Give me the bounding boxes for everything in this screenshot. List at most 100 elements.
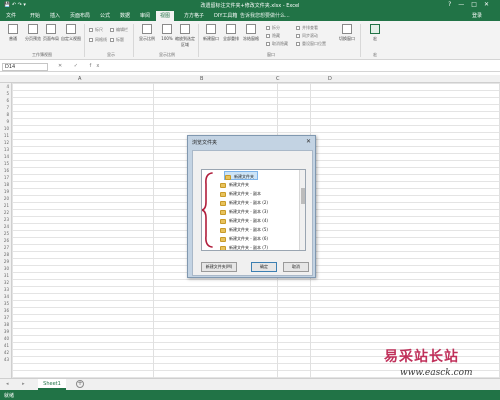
tab-page-layout[interactable]: 页面布局 (66, 11, 94, 21)
row-header[interactable]: 40 (4, 336, 9, 341)
formula-icons[interactable]: ✕ ✓ fx (58, 63, 104, 69)
row-header[interactable]: 18 (4, 182, 9, 187)
row-header[interactable]: 9 (6, 119, 9, 124)
name-box[interactable]: D14 (2, 63, 48, 71)
row-header[interactable]: 17 (4, 175, 9, 180)
split-checkbox[interactable]: 拆分 (266, 25, 280, 31)
gridlines-checkbox[interactable]: 网格线 (89, 37, 107, 43)
tree-node[interactable]: 新建文件夹 - 副本 (4) (220, 216, 268, 225)
row-header[interactable]: 16 (4, 168, 9, 173)
row-header[interactable]: 32 (4, 280, 9, 285)
tree-scrollbar[interactable] (299, 170, 305, 250)
zoom-button[interactable]: 显示比例 (136, 24, 158, 42)
sheet-nav-arrows[interactable]: ◂ ▸ (6, 381, 31, 387)
row-header[interactable]: 13 (4, 147, 9, 152)
row-header[interactable]: 30 (4, 266, 9, 271)
tab-home[interactable]: 开始 (26, 11, 44, 21)
column-header-b[interactable]: B (200, 76, 203, 82)
row-header[interactable]: 36 (4, 308, 9, 313)
row-header[interactable]: 37 (4, 315, 9, 320)
page-layout-view-button[interactable]: 页面布局 (40, 24, 62, 42)
row-header[interactable]: 28 (4, 252, 9, 257)
row-header[interactable]: 34 (4, 294, 9, 299)
row-header[interactable]: 27 (4, 245, 9, 250)
add-sheet-button[interactable]: + (76, 380, 84, 388)
formula-bar-checkbox[interactable]: 编辑栏 (110, 27, 128, 33)
row-header[interactable]: 21 (4, 203, 9, 208)
tab-data[interactable]: 数据 (116, 11, 134, 21)
row-header[interactable]: 22 (4, 210, 9, 215)
folder-tree[interactable]: 新建文件夹 新建文件夹 新建文件夹 - 副本 新建文件夹 - 副本 (2) 新建… (201, 169, 306, 251)
tree-node[interactable]: 新建文件夹 - 副本 (220, 189, 261, 198)
tab-view[interactable]: 视图 (156, 11, 175, 21)
row-header[interactable]: 14 (4, 154, 9, 159)
row-header[interactable]: 12 (4, 140, 9, 145)
row-header[interactable]: 20 (4, 196, 9, 201)
ok-button[interactable]: 确定 (251, 262, 277, 272)
cancel-button[interactable]: 取消 (283, 262, 309, 272)
row-header[interactable]: 31 (4, 273, 9, 278)
maximize-icon[interactable]: □ (471, 1, 484, 8)
column-header-a[interactable]: A (78, 76, 81, 82)
tab-review[interactable]: 审阅 (136, 11, 154, 21)
row-header[interactable]: 26 (4, 238, 9, 243)
row-header[interactable]: 38 (4, 322, 9, 327)
custom-views-button[interactable]: 自定义视图 (60, 24, 82, 42)
tree-node-selected[interactable]: 新建文件夹 (224, 171, 258, 180)
sync-scroll-checkbox[interactable]: 同步滚动 (296, 33, 318, 39)
window-controls[interactable]: ?—□✕ (448, 1, 496, 8)
row-header[interactable]: 23 (4, 217, 9, 222)
scrollbar-thumb[interactable] (301, 188, 305, 204)
tab-diy-toolbox[interactable]: DIY工具箱 (210, 11, 241, 21)
row-header[interactable]: 24 (4, 224, 9, 229)
tab-formulas[interactable]: 公式 (96, 11, 114, 21)
arrange-all-button[interactable]: 全部重排 (220, 24, 242, 42)
sign-in-link[interactable]: 登录 (472, 11, 482, 21)
normal-view-button[interactable]: 普通 (2, 24, 24, 42)
row-header[interactable]: 11 (4, 133, 9, 138)
tree-node[interactable]: 新建文件夹 - 副本 (5) (220, 225, 268, 234)
sheet-tab-sheet1[interactable]: Sheet1 (38, 379, 66, 390)
minimize-icon[interactable]: — (458, 1, 471, 8)
row-header[interactable]: 43 (4, 357, 9, 362)
headings-checkbox[interactable]: 标题 (110, 37, 124, 43)
zoom-to-selection-button[interactable]: 缩放到选定区域 (174, 24, 196, 48)
row-header[interactable]: 29 (4, 259, 9, 264)
macros-button[interactable]: 宏 (364, 24, 386, 42)
column-header-c[interactable]: C (276, 76, 280, 82)
hide-checkbox[interactable]: 隐藏 (266, 33, 280, 39)
unhide-checkbox[interactable]: 取消隐藏 (266, 41, 288, 47)
column-header-d[interactable]: D (328, 76, 332, 82)
row-header[interactable]: 39 (4, 329, 9, 334)
row-header[interactable]: 33 (4, 287, 9, 292)
freeze-panes-button[interactable]: 冻结窗格 (240, 24, 262, 42)
side-by-side-checkbox[interactable]: 并排查看 (296, 25, 318, 31)
row-header[interactable]: 41 (4, 343, 9, 348)
tell-me-box[interactable]: 告诉我您想要做什么... (240, 11, 290, 21)
row-header[interactable]: 10 (4, 126, 9, 131)
row-header[interactable]: 4 (6, 84, 9, 89)
tree-node[interactable]: 新建文件夹 - 副本 (3) (220, 207, 268, 216)
row-header[interactable]: 42 (4, 350, 9, 355)
tab-fangfanggezi[interactable]: 方方格子 (180, 11, 208, 21)
tree-node[interactable]: 新建文件夹 - 副本 (2) (220, 198, 268, 207)
tree-node[interactable]: 新建文件夹 - 副本 (7) (220, 243, 268, 250)
row-header[interactable]: 35 (4, 301, 9, 306)
row-header[interactable]: 19 (4, 189, 9, 194)
row-header[interactable]: 7 (6, 105, 9, 110)
ruler-checkbox[interactable]: 标尺 (89, 27, 103, 33)
tree-node[interactable]: 新建文件夹 - 副本 (6) (220, 234, 268, 243)
row-header[interactable]: 8 (6, 112, 9, 117)
row-header[interactable]: 6 (6, 98, 9, 103)
tab-insert[interactable]: 插入 (46, 11, 64, 21)
switch-windows-button[interactable]: 切换窗口 (336, 24, 358, 42)
help-icon[interactable]: ? (448, 1, 458, 8)
row-header[interactable]: 5 (6, 91, 9, 96)
new-window-button[interactable]: 新建窗口 (200, 24, 222, 42)
tree-node[interactable]: 新建文件夹 (220, 180, 249, 189)
new-folder-button[interactable]: 新建文件夹(M) (201, 262, 237, 272)
dialog-close-icon[interactable]: ✕ (306, 138, 311, 145)
row-header[interactable]: 25 (4, 231, 9, 236)
row-header[interactable]: 15 (4, 161, 9, 166)
close-icon[interactable]: ✕ (484, 1, 496, 8)
